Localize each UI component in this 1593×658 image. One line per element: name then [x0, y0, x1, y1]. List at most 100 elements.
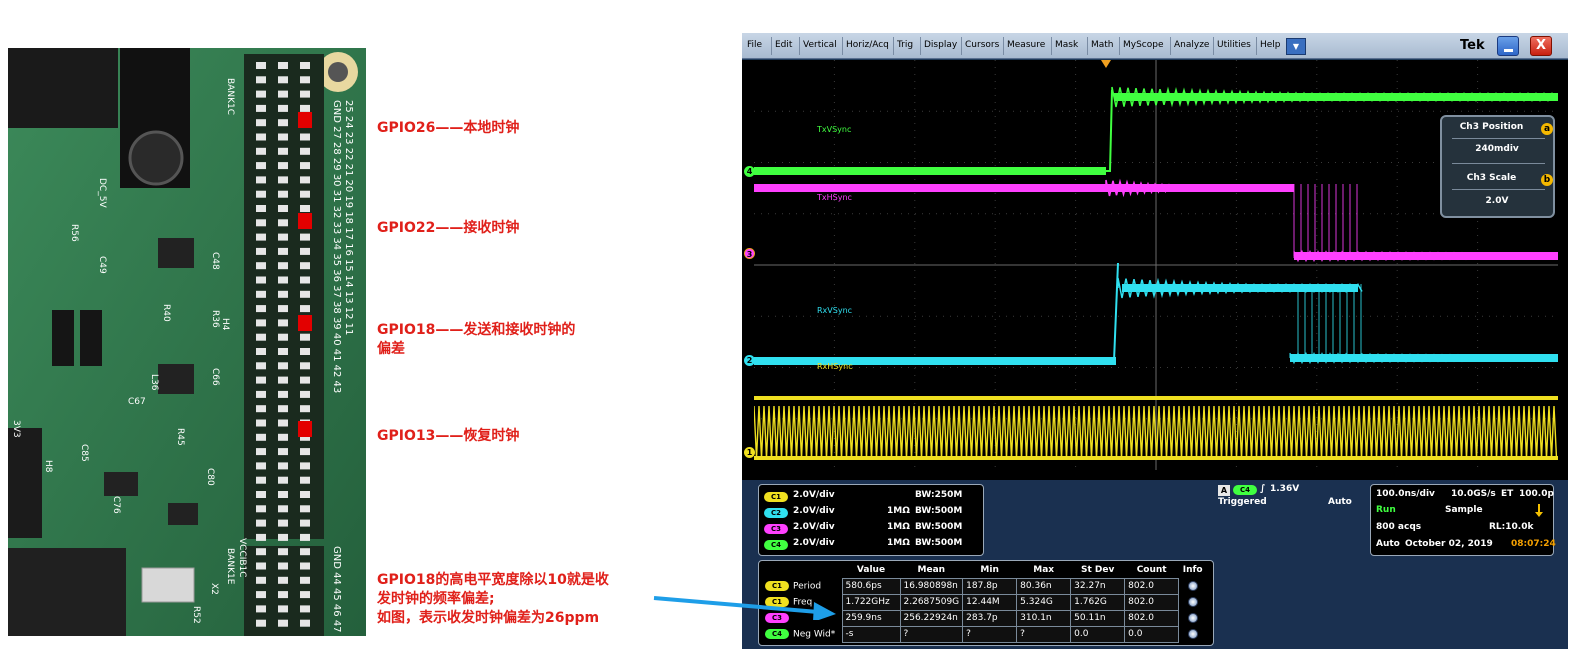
header-pin — [300, 190, 310, 198]
menu-cursors[interactable]: Cursors — [965, 40, 999, 50]
info-icon[interactable] — [1187, 596, 1198, 607]
menu-dropdown-button[interactable]: ▼ — [1286, 38, 1306, 55]
silk-l36: L36 — [149, 374, 159, 391]
header-pin — [278, 133, 288, 141]
menu-file[interactable]: File — [747, 40, 762, 50]
channel-bandwidth-3: BW:500M — [915, 522, 963, 532]
measurement-stdev: 50.11n — [1070, 609, 1126, 627]
measurement-info-cell[interactable] — [1179, 578, 1207, 594]
header-pin — [278, 548, 288, 556]
silk-pin-numbers-right: 25 24 23 22 21 20 19 18 17 16 15 14 13 1… — [343, 100, 354, 335]
measurement-header: Value — [856, 564, 886, 575]
channel-badge-3[interactable]: C3 — [764, 524, 788, 534]
measurement-header: Min — [980, 564, 999, 575]
header-pin — [278, 190, 288, 198]
header-pin — [278, 533, 288, 541]
panel-divider — [1452, 138, 1545, 139]
header-pin — [256, 262, 266, 270]
menu-measure[interactable]: Measure — [1007, 40, 1045, 50]
measurement-info-cell[interactable] — [1179, 594, 1207, 610]
timebase-box[interactable]: 100.0ns/div 10.0GS/s ET 100.0p Run Sampl… — [1370, 484, 1556, 556]
waveform-display[interactable]: 4 3 2 1 TxVSync TxHSync RxVSync RxHSync … — [742, 60, 1568, 480]
trigger-readout[interactable]: A C4 ∫ 1.36V Triggered Auto — [1218, 484, 1362, 508]
header-pin — [256, 319, 266, 327]
acq-date: October 02, 2019 — [1405, 539, 1493, 549]
info-icon[interactable] — [1187, 580, 1198, 591]
ch2-ground-marker[interactable]: 2 — [744, 355, 755, 366]
ch3-position-value[interactable]: 240mdiv — [1456, 144, 1538, 154]
menu-edit[interactable]: Edit — [775, 40, 792, 50]
header-pin — [278, 448, 288, 456]
ch3-ground-marker[interactable]: 3 — [744, 248, 755, 259]
measurement-row[interactable]: C4 Neg Wid* -s??? 0.0 0.0 — [762, 625, 1207, 643]
annotation-note-line2: 发时钟的频率偏差; — [377, 591, 495, 607]
menu-trig[interactable]: Trig — [897, 40, 913, 50]
header-pin — [256, 348, 266, 355]
info-icon[interactable] — [1187, 612, 1198, 623]
menu-separator — [1119, 37, 1120, 55]
measurement-label-cell: C4 Neg Wid* — [762, 626, 842, 642]
knob-a-icon[interactable]: a — [1541, 123, 1553, 135]
menu-separator — [771, 37, 772, 55]
silk-c66: C66 — [210, 368, 220, 386]
measurement-info-cell[interactable] — [1179, 626, 1207, 642]
channel-settings-box[interactable]: C1 2.0V/div BW:250M C2 2.0V/div 1MΩ BW:500M C3 2… — [758, 484, 984, 556]
close-button[interactable]: X — [1530, 36, 1552, 56]
header-pin — [278, 104, 288, 112]
measurement-header: Count — [1136, 564, 1167, 575]
menu-mask[interactable]: Mask — [1055, 40, 1078, 50]
ch4-ground-marker[interactable]: 4 — [744, 166, 755, 177]
channel-badge-2[interactable]: C2 — [764, 508, 788, 518]
header-pin — [300, 276, 310, 284]
measurement-header: Max — [1033, 564, 1055, 575]
trigger-mode: Auto — [1328, 497, 1352, 507]
header-pin — [278, 290, 288, 298]
header-pin — [278, 333, 288, 341]
ch3-settings-panel: Ch3 Position a 240mdiv Ch3 Scale b 2.0V — [1440, 115, 1555, 218]
menu-utilities[interactable]: Utilities — [1217, 40, 1251, 50]
header-pin — [300, 362, 310, 370]
silk-c76: C76 — [111, 496, 121, 514]
header-pin — [300, 290, 310, 298]
measurement-max: 80.36n — [1016, 577, 1072, 595]
run-state: Run — [1376, 505, 1396, 515]
header-pin — [278, 362, 288, 370]
minimize-button[interactable] — [1497, 36, 1519, 56]
knob-b-icon[interactable]: b — [1541, 174, 1553, 186]
trace-ch1-clock — [754, 405, 1558, 459]
menu-myscope[interactable]: MyScope — [1123, 40, 1164, 50]
measurement-header — [762, 562, 842, 578]
header-pin — [256, 362, 266, 370]
header-pin — [300, 176, 310, 184]
header-pin — [278, 376, 288, 384]
channel-badge-1[interactable]: C1 — [764, 492, 788, 502]
sample-rate: 10.0GS/s — [1451, 489, 1496, 499]
header-pin — [256, 519, 266, 527]
measurement-info-cell[interactable] — [1179, 610, 1207, 626]
menu-vertical[interactable]: Vertical — [803, 40, 837, 50]
header-pin — [300, 247, 310, 255]
info-icon[interactable] — [1187, 628, 1198, 639]
annotation-note-line3: 如图，表示收发时钟偏差为26ppm — [377, 610, 600, 626]
silk-pin-numbers-upper: GND 27 28 29 30 31 32 33 34 35 36 37 38 … — [331, 100, 342, 393]
menu-horiz-acq[interactable]: Horiz/Acq — [846, 40, 889, 50]
header-pin — [256, 405, 266, 413]
header-pin — [256, 147, 266, 155]
header-pin — [256, 462, 266, 470]
header-pin — [300, 333, 310, 341]
header-pin — [278, 305, 288, 313]
channel-badge-4[interactable]: C4 — [764, 540, 788, 550]
panel-divider — [1452, 163, 1545, 164]
ch3-scale-value[interactable]: 2.0V — [1456, 196, 1538, 206]
menu-separator — [1213, 37, 1214, 55]
menu-display[interactable]: Display — [924, 40, 957, 50]
menu-math[interactable]: Math — [1091, 40, 1114, 50]
ch1-ground-marker[interactable]: 1 — [744, 447, 755, 458]
header-pin — [300, 262, 310, 270]
menu-help[interactable]: Help — [1260, 40, 1281, 50]
gpio18-marker — [298, 315, 312, 331]
trace-label-rxvsync: RxVSync — [817, 306, 853, 315]
menu-analyze[interactable]: Analyze — [1174, 40, 1209, 50]
pcb-photo: DC_5V H4 BANK1C BANK1E VCCIB1C C49 C48 R… — [8, 48, 366, 636]
menu-separator — [961, 37, 962, 55]
